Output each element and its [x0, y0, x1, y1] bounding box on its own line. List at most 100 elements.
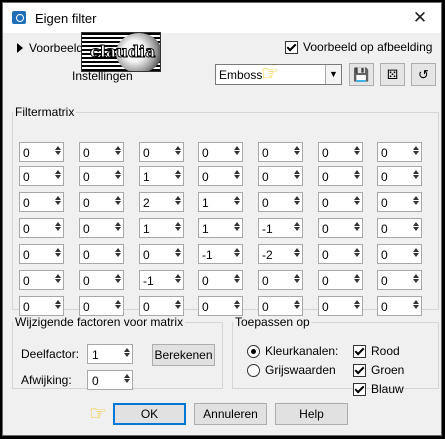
- matrix-cell[interactable]: 0: [19, 142, 64, 162]
- matrix-cell[interactable]: 0: [198, 142, 243, 162]
- matrix-cell[interactable]: 0: [318, 270, 363, 290]
- spinner-icon[interactable]: [113, 299, 122, 313]
- matrix-cell[interactable]: 0: [318, 244, 363, 264]
- spinner-icon[interactable]: [352, 247, 361, 261]
- checkbox-box[interactable]: [353, 344, 366, 358]
- spinner-icon[interactable]: [232, 145, 241, 159]
- spinner-icon[interactable]: [173, 247, 182, 261]
- bias-input[interactable]: 0: [87, 370, 133, 390]
- reset-button[interactable]: ↺: [411, 63, 436, 86]
- checkbox-box[interactable]: [285, 40, 298, 54]
- spinner-icon[interactable]: [292, 247, 301, 261]
- matrix-cell[interactable]: 0: [139, 244, 184, 264]
- spinner-icon[interactable]: [411, 273, 420, 287]
- matrix-cell[interactable]: 0: [79, 244, 124, 264]
- spinner-icon[interactable]: [53, 273, 62, 287]
- spinner-icon[interactable]: [352, 299, 361, 313]
- spinner-icon[interactable]: [411, 145, 420, 159]
- radio-grayscale[interactable]: Grijswaarden: [247, 363, 336, 377]
- spinner-icon[interactable]: [232, 247, 241, 261]
- spinner-icon[interactable]: [122, 347, 131, 361]
- spinner-icon[interactable]: [292, 169, 301, 183]
- spinner-icon[interactable]: [113, 221, 122, 235]
- spinner-icon[interactable]: [232, 299, 241, 313]
- matrix-cell[interactable]: 0: [377, 244, 422, 264]
- matrix-cell[interactable]: 0: [318, 192, 363, 212]
- spinner-icon[interactable]: [232, 195, 241, 209]
- matrix-cell[interactable]: 0: [318, 166, 363, 186]
- spinner-icon[interactable]: [113, 169, 122, 183]
- ok-button[interactable]: OK: [113, 403, 186, 425]
- spinner-icon[interactable]: [53, 169, 62, 183]
- matrix-cell[interactable]: 0: [19, 166, 64, 186]
- matrix-cell[interactable]: 0: [258, 192, 303, 212]
- matrix-cell[interactable]: 1: [198, 218, 243, 238]
- matrix-cell[interactable]: 1: [198, 192, 243, 212]
- matrix-cell[interactable]: 0: [79, 142, 124, 162]
- matrix-cell[interactable]: 0: [79, 296, 124, 316]
- spinner-icon[interactable]: [173, 299, 182, 313]
- spinner-icon[interactable]: [352, 145, 361, 159]
- matrix-cell[interactable]: 0: [19, 296, 64, 316]
- spinner-icon[interactable]: [173, 273, 182, 287]
- channel-green-checkbox[interactable]: Groen: [353, 363, 404, 377]
- matrix-cell[interactable]: 0: [258, 142, 303, 162]
- spinner-icon[interactable]: [292, 145, 301, 159]
- spinner-icon[interactable]: [411, 247, 420, 261]
- spinner-icon[interactable]: [232, 273, 241, 287]
- matrix-cell[interactable]: -2: [258, 244, 303, 264]
- spinner-icon[interactable]: [292, 195, 301, 209]
- compute-button[interactable]: Berekenen: [152, 344, 215, 366]
- expand-triangle-icon[interactable]: [17, 43, 23, 53]
- matrix-cell[interactable]: 1: [139, 166, 184, 186]
- chevron-down-icon[interactable]: ▼: [325, 65, 341, 84]
- matrix-cell[interactable]: 1: [139, 218, 184, 238]
- spinner-icon[interactable]: [173, 145, 182, 159]
- cancel-button[interactable]: Annuleren: [194, 403, 267, 425]
- matrix-cell[interactable]: 0: [198, 270, 243, 290]
- channel-red-checkbox[interactable]: Rood: [353, 344, 400, 358]
- matrix-cell[interactable]: 0: [318, 142, 363, 162]
- matrix-cell[interactable]: 0: [318, 218, 363, 238]
- matrix-cell[interactable]: -1: [198, 244, 243, 264]
- matrix-cell[interactable]: 0: [19, 218, 64, 238]
- matrix-cell[interactable]: 0: [377, 142, 422, 162]
- spinner-icon[interactable]: [411, 299, 420, 313]
- matrix-cell[interactable]: -1: [258, 218, 303, 238]
- matrix-cell[interactable]: 0: [377, 192, 422, 212]
- spinner-icon[interactable]: [53, 195, 62, 209]
- divisor-input[interactable]: 1: [87, 344, 133, 364]
- save-preset-button[interactable]: 💾: [349, 63, 374, 86]
- spinner-icon[interactable]: [122, 373, 131, 387]
- spinner-icon[interactable]: [173, 169, 182, 183]
- matrix-cell[interactable]: 0: [79, 166, 124, 186]
- spinner-icon[interactable]: [53, 299, 62, 313]
- spinner-icon[interactable]: [113, 247, 122, 261]
- spinner-icon[interactable]: [352, 221, 361, 235]
- spinner-icon[interactable]: [53, 247, 62, 261]
- matrix-cell[interactable]: 0: [377, 270, 422, 290]
- matrix-cell[interactable]: 0: [79, 218, 124, 238]
- matrix-cell[interactable]: 0: [139, 296, 184, 316]
- matrix-cell[interactable]: 2: [139, 192, 184, 212]
- matrix-cell[interactable]: 0: [79, 192, 124, 212]
- spinner-icon[interactable]: [352, 195, 361, 209]
- spinner-icon[interactable]: [411, 195, 420, 209]
- spinner-icon[interactable]: [292, 221, 301, 235]
- spinner-icon[interactable]: [173, 195, 182, 209]
- spinner-icon[interactable]: [411, 169, 420, 183]
- matrix-cell[interactable]: 0: [19, 244, 64, 264]
- spinner-icon[interactable]: [113, 145, 122, 159]
- spinner-icon[interactable]: [53, 221, 62, 235]
- radio-dot[interactable]: [247, 344, 260, 358]
- spinner-icon[interactable]: [173, 221, 182, 235]
- matrix-cell[interactable]: 0: [377, 218, 422, 238]
- matrix-cell[interactable]: 0: [258, 296, 303, 316]
- matrix-cell[interactable]: 0: [19, 270, 64, 290]
- matrix-cell[interactable]: 0: [198, 296, 243, 316]
- random-button[interactable]: ⚄: [380, 63, 405, 86]
- matrix-cell[interactable]: 0: [19, 192, 64, 212]
- preview-toggle[interactable]: Voorbeeld: [17, 41, 83, 55]
- matrix-cell[interactable]: 0: [139, 142, 184, 162]
- spinner-icon[interactable]: [232, 169, 241, 183]
